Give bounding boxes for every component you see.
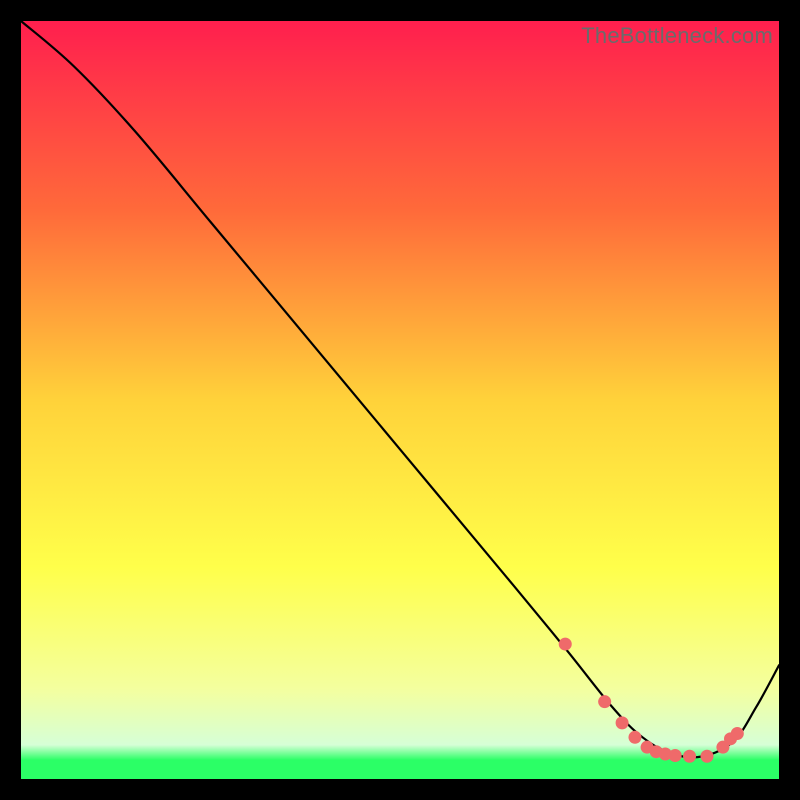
data-point (683, 750, 696, 763)
data-point (559, 638, 572, 651)
gradient-background (21, 21, 779, 779)
chart-svg (21, 21, 779, 779)
chart-frame: TheBottleneck.com (21, 21, 779, 779)
data-point (628, 731, 641, 744)
data-point (669, 749, 682, 762)
data-point (700, 750, 713, 763)
watermark-text: TheBottleneck.com (581, 23, 773, 49)
data-point (598, 695, 611, 708)
data-point (616, 716, 629, 729)
data-point (731, 727, 744, 740)
